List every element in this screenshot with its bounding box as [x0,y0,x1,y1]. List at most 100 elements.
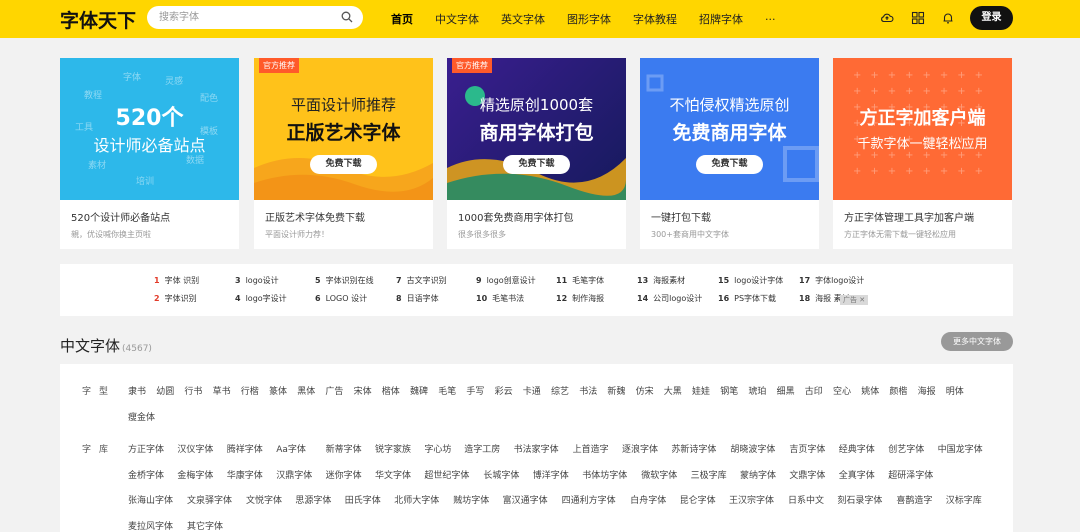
font-tag[interactable]: 彩云 [495,384,513,397]
font-tag[interactable]: 微软字体 [641,468,677,481]
font-tag[interactable]: 钢笔 [720,384,738,397]
font-tag[interactable]: 蒙纳字体 [740,468,776,481]
hot-keyword[interactable]: 8 日语字体 [396,293,439,304]
font-tag[interactable]: 创艺字体 [888,442,924,455]
promo-card-2[interactable]: 官方推荐 平面设计师推荐 正版艺术字体 免费下载 正版艺术字体免费下载 平面设计… [254,58,433,249]
font-tag[interactable]: 娃娃 [692,384,710,397]
font-tag[interactable]: 汉标字库 [946,493,982,506]
hot-keyword[interactable]: 10 毛笔书法 [476,293,524,304]
promo-card-3[interactable]: 官方推荐 精选原创1000套 商用字体打包 免费下载 1000套免费商用字体打包… [447,58,626,249]
font-tag[interactable]: 华康字体 [227,468,263,481]
font-tag[interactable]: Aa字体 [276,442,306,455]
grid-icon[interactable] [911,11,925,25]
hot-keyword[interactable]: 11 毛笔字体 [556,275,604,286]
font-tag[interactable]: 日系中文 [788,493,824,506]
font-tag[interactable]: 汉鼎字体 [276,468,312,481]
font-tag[interactable]: 华文字体 [375,468,411,481]
font-tag[interactable]: 麦拉风字体 [128,519,173,532]
font-tag[interactable]: 幼圆 [156,384,174,397]
font-tag[interactable]: 手写 [466,384,484,397]
hot-keyword[interactable]: 4 logo字设计 [235,293,287,304]
font-tag[interactable]: 隶书 [128,384,146,397]
promo-banner-2[interactable]: 官方推荐 平面设计师推荐 正版艺术字体 免费下载 [254,58,433,200]
font-tag[interactable]: 广告 [325,384,343,397]
font-tag[interactable]: 喜鹊造字 [896,493,932,506]
font-tag[interactable]: 宋体 [354,384,372,397]
font-tag[interactable]: 北师大字体 [394,493,439,506]
font-tag[interactable]: 篆体 [269,384,287,397]
bell-icon[interactable] [941,11,955,25]
font-tag[interactable]: 其它字体 [187,519,223,532]
free-download-button[interactable]: 免费下载 [696,155,763,174]
font-tag[interactable]: 超研泽字体 [888,468,933,481]
font-tag[interactable]: 金桥字体 [128,468,164,481]
font-tag[interactable]: 造字工房 [464,442,500,455]
site-logo[interactable]: 字体天下 [60,6,136,33]
card-title[interactable]: 方正字体管理工具字加客户端 [844,209,974,224]
promo-card-4[interactable]: 不怕侵权精选原创 免费商用字体 免费下载 一键打包下载 300+套商用中文字体 [640,58,819,249]
font-tag[interactable]: 腾祥字体 [227,442,263,455]
nav-home[interactable]: 首页 [391,11,413,27]
font-tag[interactable]: 汉仪字体 [177,442,213,455]
promo-banner-3[interactable]: 官方推荐 精选原创1000套 商用字体打包 免费下载 [447,58,626,200]
nav-english-fonts[interactable]: 英文字体 [501,11,545,27]
nav-sign-fonts[interactable]: 招牌字体 [699,11,743,27]
font-tag[interactable]: 仿宋 [636,384,654,397]
font-tag[interactable]: 田氏字体 [345,493,381,506]
font-tag[interactable]: 白舟字体 [630,493,666,506]
font-tag[interactable]: 草书 [213,384,231,397]
hot-keyword[interactable]: 17 字体logo设计 [799,275,864,286]
font-tag[interactable]: 逐浪字体 [622,442,658,455]
search-icon[interactable] [341,11,353,23]
hot-keyword[interactable]: 7 古文字识别 [396,275,447,286]
font-tag[interactable]: 思源字体 [295,493,331,506]
hot-keyword[interactable]: 13 海报素材 [637,275,685,286]
hot-keyword[interactable]: 5 字体识别在线 [315,275,374,286]
hot-keyword[interactable]: 16 PS字体下载 [718,293,776,304]
font-tag[interactable]: 经典字体 [839,442,875,455]
font-tag[interactable]: 胡晓波字体 [730,442,775,455]
nav-graphic-fonts[interactable]: 图形字体 [567,11,611,27]
promo-banner-5[interactable]: ++++++++ ++++++++ ++++++++ ++++++++ ++++++++… [833,58,1012,200]
font-tag[interactable]: 四通利方字体 [562,493,616,506]
font-tag[interactable]: 全真字体 [839,468,875,481]
font-tag[interactable]: 空心 [833,384,851,397]
promo-banner-1[interactable]: 字体 教程 灵感 工具 配色 素材 模板 培训 数据 520个 设计师必备站点 [60,58,239,200]
font-tag[interactable]: 琥珀 [748,384,766,397]
font-tag[interactable]: 新蒂字体 [326,442,362,455]
font-tag[interactable]: 长城字体 [483,468,519,481]
hot-keyword[interactable]: 2 字体识别 [154,293,197,304]
font-tag[interactable]: 书体坊字体 [582,468,627,481]
font-tag[interactable]: 书法 [579,384,597,397]
card-title[interactable]: 正版艺术字体免费下载 [265,209,365,224]
search-input[interactable] [159,9,329,26]
font-tag[interactable]: 文泉驿字体 [187,493,232,506]
font-tag[interactable]: 苏新诗字体 [671,442,716,455]
font-tag[interactable]: 三极字库 [691,468,727,481]
font-tag[interactable]: 书法家字体 [514,442,559,455]
font-tag[interactable]: 明体 [946,384,964,397]
font-tag[interactable]: 魏碑 [410,384,428,397]
font-tag[interactable]: 新魏 [607,384,625,397]
font-tag[interactable]: 细黑 [777,384,795,397]
font-tag[interactable]: 字心坊 [424,442,451,455]
font-tag[interactable]: 瘦金体 [128,410,155,423]
font-tag[interactable]: 刻石录字体 [837,493,882,506]
font-tag[interactable]: 综艺 [551,384,569,397]
hot-keyword[interactable]: 15 logo设计字体 [718,275,783,286]
font-tag[interactable]: 文鼎字体 [789,468,825,481]
font-tag[interactable]: 张海山字体 [128,493,173,506]
hot-keyword[interactable]: 1 字体 识别 [154,275,199,286]
font-tag[interactable]: 贼坊字体 [453,493,489,506]
font-tag[interactable]: 金梅字体 [177,468,213,481]
font-tag[interactable]: 方正字体 [128,442,164,455]
hot-keyword[interactable]: 14 公司logo设计 [637,293,702,304]
font-tag[interactable]: 王汉宗字体 [729,493,774,506]
font-tag[interactable]: 颜楷 [889,384,907,397]
font-tag[interactable]: 楷体 [382,384,400,397]
free-download-button[interactable]: 免费下载 [503,155,570,174]
font-tag[interactable]: 昆仑字体 [680,493,716,506]
font-tag[interactable]: 海报 [918,384,936,397]
nav-chinese-fonts[interactable]: 中文字体 [435,11,479,27]
font-tag[interactable]: 行书 [184,384,202,397]
